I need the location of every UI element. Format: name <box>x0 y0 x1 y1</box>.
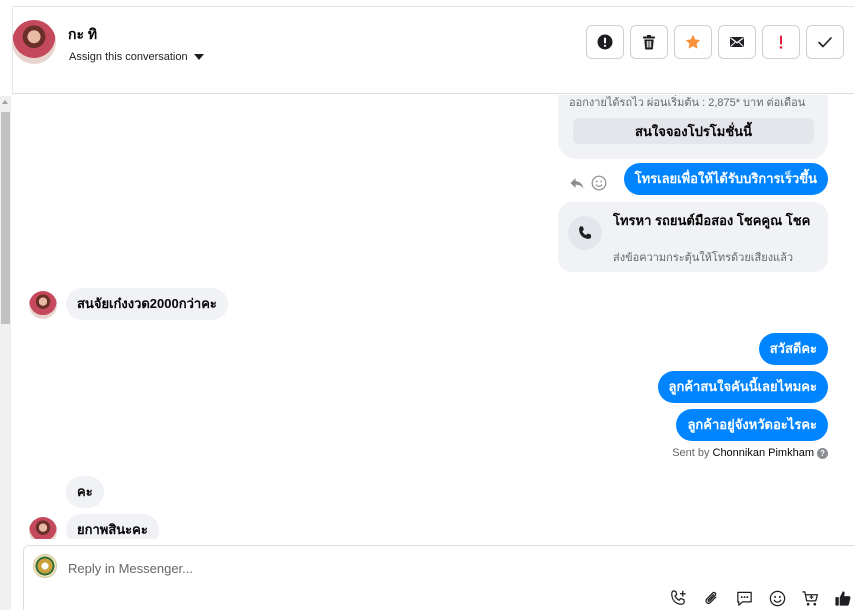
star-button[interactable] <box>674 25 712 59</box>
call-add-icon <box>670 589 686 605</box>
outgoing-message[interactable]: สวัสดีคะ <box>758 333 828 365</box>
reply-input[interactable] <box>68 558 668 578</box>
message-list[interactable]: ออกงายได้รถไว ผ่อนเริ่มต้น : 2,875* บาท … <box>12 95 854 539</box>
incoming-message[interactable]: สนจัยเก๋งงวด2000กว่าคะ <box>66 288 228 320</box>
sent-by-name: Chonnikan Pimkham <box>712 447 815 459</box>
header-actions <box>586 25 844 59</box>
contact-avatar-small <box>29 517 57 539</box>
follow-up-button[interactable] <box>762 25 800 59</box>
saved-reply-button[interactable] <box>733 588 755 608</box>
thumbs-up-icon <box>834 590 850 606</box>
trash-icon <box>643 35 655 50</box>
contact-avatar[interactable] <box>12 20 56 64</box>
sent-by-label: Sent by Chonnikan Pimkham ? <box>672 447 828 459</box>
outgoing-message[interactable]: โทรเลยเพื่อให้ได้รับบริการเร็วขึ้น <box>623 163 828 195</box>
saved-reply-icon <box>736 591 752 606</box>
assign-conversation-dropdown[interactable]: Assign this conversation <box>69 51 204 63</box>
reply-composer <box>23 545 854 610</box>
contact-name[interactable]: กะ ทิ <box>68 24 97 46</box>
phone-icon <box>568 216 602 250</box>
emoji-button[interactable] <box>766 588 788 608</box>
cart-icon <box>801 590 818 606</box>
exclamation-icon <box>779 35 783 49</box>
outgoing-message[interactable]: ลูกค้าสนใจคันนี้เลยไหมคะ <box>657 371 828 403</box>
message-actions <box>569 175 607 191</box>
incoming-message[interactable]: คะ <box>66 476 104 508</box>
alert-circle-icon <box>597 34 613 50</box>
scrollbar-thumb[interactable] <box>1 112 10 324</box>
mark-spam-button[interactable] <box>586 25 624 59</box>
call-card-subtitle: ส่งข้อความกระตุ้นให้โทรด้วยเสียงแล้ว <box>613 252 794 264</box>
call-request-card[interactable]: โทรหา รถยนต์มือสอง โชคคูณ โชค ส่งข้อความ… <box>558 202 828 272</box>
delete-button[interactable] <box>630 25 668 59</box>
reply-icon[interactable] <box>569 175 585 191</box>
paperclip-icon <box>704 591 716 604</box>
attach-button[interactable] <box>700 588 722 608</box>
check-icon <box>818 37 832 48</box>
composer-tools <box>667 588 854 608</box>
emoji-icon <box>769 590 785 606</box>
star-icon <box>685 34 701 49</box>
contact-avatar-small <box>29 291 57 319</box>
messenger-inbox: กะ ทิ Assign this conversation ออกงายได้… <box>0 0 854 610</box>
assign-label: Assign this conversation <box>69 51 188 63</box>
send-like-button[interactable] <box>832 588 854 608</box>
envelope-icon <box>730 37 744 47</box>
react-emoji-icon[interactable] <box>591 175 607 191</box>
info-icon[interactable]: ? <box>817 447 828 459</box>
incoming-message[interactable]: ยกาพสินะคะ <box>66 514 159 539</box>
shop-button[interactable] <box>799 588 821 608</box>
call-add-button[interactable] <box>667 588 689 608</box>
page-avatar <box>33 554 57 578</box>
caret-down-icon <box>193 54 204 60</box>
mark-done-button[interactable] <box>806 25 844 59</box>
scroll-up-arrow-icon[interactable] <box>2 100 8 104</box>
outgoing-message[interactable]: ลูกค้าอยู่จังหวัดอะไรคะ <box>676 409 828 441</box>
sent-by-prefix: Sent by <box>672 447 710 459</box>
promo-card-button[interactable]: สนใจจองโปรโมชั่นนี้ <box>573 118 814 144</box>
call-card-title: โทรหา รถยนต์มือสอง โชคคูณ โชค <box>613 213 811 228</box>
mark-unread-button[interactable] <box>718 25 756 59</box>
promo-card-text: ออกงายได้รถไว ผ่อนเริ่มต้น : 2,875* บาท … <box>569 97 806 109</box>
